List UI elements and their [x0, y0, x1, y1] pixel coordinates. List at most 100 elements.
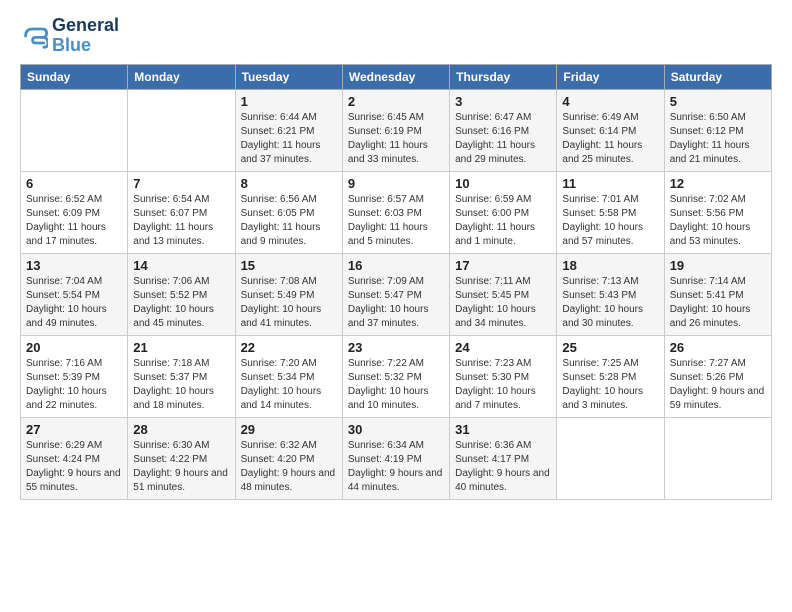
- calendar-cell: 1 Sunrise: 6:44 AM Sunset: 6:21 PM Daylig…: [235, 89, 342, 171]
- day-number: 1: [241, 94, 337, 109]
- day-number: 2: [348, 94, 444, 109]
- day-number: 3: [455, 94, 551, 109]
- calendar-cell: 26 Sunrise: 7:27 AM Sunset: 5:26 PM Dayli…: [664, 335, 771, 417]
- day-info: Sunrise: 7:20 AM Sunset: 5:34 PM Dayligh…: [241, 357, 337, 413]
- main-container: General Blue SundayMondayTuesdayWednesda…: [0, 0, 792, 516]
- day-info: Sunrise: 7:23 AM Sunset: 5:30 PM Dayligh…: [455, 357, 551, 413]
- day-info: Sunrise: 7:25 AM Sunset: 5:28 PM Dayligh…: [562, 357, 658, 413]
- day-number: 30: [348, 422, 444, 437]
- calendar-cell: 17Sunrise: 7:11 AM Sunset: 5:45 PM Dayli…: [450, 253, 557, 335]
- day-number: 13: [26, 258, 122, 273]
- calendar-cell: 31 Sunrise: 6:36 AM Sunset: 4:17 PM Dayli…: [450, 417, 557, 499]
- col-header-tuesday: Tuesday: [235, 64, 342, 89]
- day-number: 20: [26, 340, 122, 355]
- calendar-cell: 7Sunrise: 6:54 AM Sunset: 6:07 PM Daylig…: [128, 171, 235, 253]
- day-number: 21: [133, 340, 229, 355]
- calendar-cell: 20 Sunrise: 7:16 AM Sunset: 5:39 PM Dayli…: [21, 335, 128, 417]
- calendar-cell: 6 Sunrise: 6:52 AM Sunset: 6:09 PM Daylig…: [21, 171, 128, 253]
- calendar-cell: 29 Sunrise: 6:32 AM Sunset: 4:20 PM Dayli…: [235, 417, 342, 499]
- calendar-cell: 3 Sunrise: 6:47 AM Sunset: 6:16 PM Daylig…: [450, 89, 557, 171]
- day-number: 8: [241, 176, 337, 191]
- day-number: 19: [670, 258, 766, 273]
- logo: General Blue: [20, 16, 119, 56]
- day-number: 23: [348, 340, 444, 355]
- calendar-cell: 25 Sunrise: 7:25 AM Sunset: 5:28 PM Dayli…: [557, 335, 664, 417]
- day-number: 31: [455, 422, 551, 437]
- day-info: Sunrise: 7:01 AM Sunset: 5:58 PM Dayligh…: [562, 193, 658, 249]
- day-number: 16: [348, 258, 444, 273]
- week-row-1: 1 Sunrise: 6:44 AM Sunset: 6:21 PM Daylig…: [21, 89, 772, 171]
- day-number: 6: [26, 176, 122, 191]
- day-info: Sunrise: 6:50 AM Sunset: 6:12 PM Dayligh…: [670, 111, 766, 167]
- calendar-cell: 28Sunrise: 6:30 AM Sunset: 4:22 PM Dayli…: [128, 417, 235, 499]
- calendar-cell: 8 Sunrise: 6:56 AM Sunset: 6:05 PM Daylig…: [235, 171, 342, 253]
- day-info: Sunrise: 6:29 AM Sunset: 4:24 PM Dayligh…: [26, 439, 122, 495]
- day-info: Sunrise: 7:09 AM Sunset: 5:47 PM Dayligh…: [348, 275, 444, 331]
- header-row: General Blue: [20, 16, 772, 56]
- calendar-cell: 18 Sunrise: 7:13 AM Sunset: 5:43 PM Dayli…: [557, 253, 664, 335]
- calendar-cell: 11 Sunrise: 7:01 AM Sunset: 5:58 PM Dayli…: [557, 171, 664, 253]
- calendar-cell: 14 Sunrise: 7:06 AM Sunset: 5:52 PM Dayli…: [128, 253, 235, 335]
- day-info: Sunrise: 6:59 AM Sunset: 6:00 PM Dayligh…: [455, 193, 551, 249]
- col-header-friday: Friday: [557, 64, 664, 89]
- day-number: 15: [241, 258, 337, 273]
- day-info: Sunrise: 7:22 AM Sunset: 5:32 PM Dayligh…: [348, 357, 444, 413]
- day-number: 25: [562, 340, 658, 355]
- calendar-table: SundayMondayTuesdayWednesdayThursdayFrid…: [20, 64, 772, 500]
- calendar-cell: 23 Sunrise: 7:22 AM Sunset: 5:32 PM Dayli…: [342, 335, 449, 417]
- logo-icon: [20, 22, 48, 50]
- day-info: Sunrise: 6:36 AM Sunset: 4:17 PM Dayligh…: [455, 439, 551, 495]
- day-info: Sunrise: 7:27 AM Sunset: 5:26 PM Dayligh…: [670, 357, 766, 413]
- calendar-cell: [664, 417, 771, 499]
- week-row-3: 13Sunrise: 7:04 AM Sunset: 5:54 PM Dayli…: [21, 253, 772, 335]
- header-row: SundayMondayTuesdayWednesdayThursdayFrid…: [21, 64, 772, 89]
- day-info: Sunrise: 6:52 AM Sunset: 6:09 PM Dayligh…: [26, 193, 122, 249]
- col-header-sunday: Sunday: [21, 64, 128, 89]
- col-header-monday: Monday: [128, 64, 235, 89]
- day-info: Sunrise: 6:34 AM Sunset: 4:19 PM Dayligh…: [348, 439, 444, 495]
- day-number: 29: [241, 422, 337, 437]
- day-info: Sunrise: 7:11 AM Sunset: 5:45 PM Dayligh…: [455, 275, 551, 331]
- day-number: 7: [133, 176, 229, 191]
- calendar-cell: 27 Sunrise: 6:29 AM Sunset: 4:24 PM Dayli…: [21, 417, 128, 499]
- week-row-5: 27 Sunrise: 6:29 AM Sunset: 4:24 PM Dayli…: [21, 417, 772, 499]
- day-info: Sunrise: 7:06 AM Sunset: 5:52 PM Dayligh…: [133, 275, 229, 331]
- calendar-cell: 30 Sunrise: 6:34 AM Sunset: 4:19 PM Dayli…: [342, 417, 449, 499]
- day-info: Sunrise: 6:57 AM Sunset: 6:03 PM Dayligh…: [348, 193, 444, 249]
- calendar-cell: 4Sunrise: 6:49 AM Sunset: 6:14 PM Daylig…: [557, 89, 664, 171]
- day-info: Sunrise: 6:56 AM Sunset: 6:05 PM Dayligh…: [241, 193, 337, 249]
- calendar-cell: 22 Sunrise: 7:20 AM Sunset: 5:34 PM Dayli…: [235, 335, 342, 417]
- day-info: Sunrise: 6:45 AM Sunset: 6:19 PM Dayligh…: [348, 111, 444, 167]
- week-row-2: 6 Sunrise: 6:52 AM Sunset: 6:09 PM Daylig…: [21, 171, 772, 253]
- logo-text: General Blue: [52, 16, 119, 56]
- calendar-cell: 2 Sunrise: 6:45 AM Sunset: 6:19 PM Daylig…: [342, 89, 449, 171]
- day-number: 18: [562, 258, 658, 273]
- calendar-cell: 5 Sunrise: 6:50 AM Sunset: 6:12 PM Daylig…: [664, 89, 771, 171]
- day-number: 12: [670, 176, 766, 191]
- day-info: Sunrise: 6:44 AM Sunset: 6:21 PM Dayligh…: [241, 111, 337, 167]
- day-info: Sunrise: 6:47 AM Sunset: 6:16 PM Dayligh…: [455, 111, 551, 167]
- calendar-cell: 15 Sunrise: 7:08 AM Sunset: 5:49 PM Dayli…: [235, 253, 342, 335]
- day-number: 27: [26, 422, 122, 437]
- day-number: 11: [562, 176, 658, 191]
- day-number: 4: [562, 94, 658, 109]
- day-number: 10: [455, 176, 551, 191]
- calendar-cell: 12Sunrise: 7:02 AM Sunset: 5:56 PM Dayli…: [664, 171, 771, 253]
- day-number: 9: [348, 176, 444, 191]
- day-info: Sunrise: 7:16 AM Sunset: 5:39 PM Dayligh…: [26, 357, 122, 413]
- day-info: Sunrise: 6:30 AM Sunset: 4:22 PM Dayligh…: [133, 439, 229, 495]
- calendar-cell: 16 Sunrise: 7:09 AM Sunset: 5:47 PM Dayli…: [342, 253, 449, 335]
- day-number: 14: [133, 258, 229, 273]
- day-info: Sunrise: 7:13 AM Sunset: 5:43 PM Dayligh…: [562, 275, 658, 331]
- day-info: Sunrise: 7:18 AM Sunset: 5:37 PM Dayligh…: [133, 357, 229, 413]
- calendar-cell: [557, 417, 664, 499]
- calendar-cell: 19Sunrise: 7:14 AM Sunset: 5:41 PM Dayli…: [664, 253, 771, 335]
- calendar-cell: 9 Sunrise: 6:57 AM Sunset: 6:03 PM Daylig…: [342, 171, 449, 253]
- day-info: Sunrise: 6:32 AM Sunset: 4:20 PM Dayligh…: [241, 439, 337, 495]
- day-number: 22: [241, 340, 337, 355]
- day-number: 26: [670, 340, 766, 355]
- calendar-cell: 21 Sunrise: 7:18 AM Sunset: 5:37 PM Dayli…: [128, 335, 235, 417]
- day-info: Sunrise: 7:08 AM Sunset: 5:49 PM Dayligh…: [241, 275, 337, 331]
- day-number: 5: [670, 94, 766, 109]
- col-header-wednesday: Wednesday: [342, 64, 449, 89]
